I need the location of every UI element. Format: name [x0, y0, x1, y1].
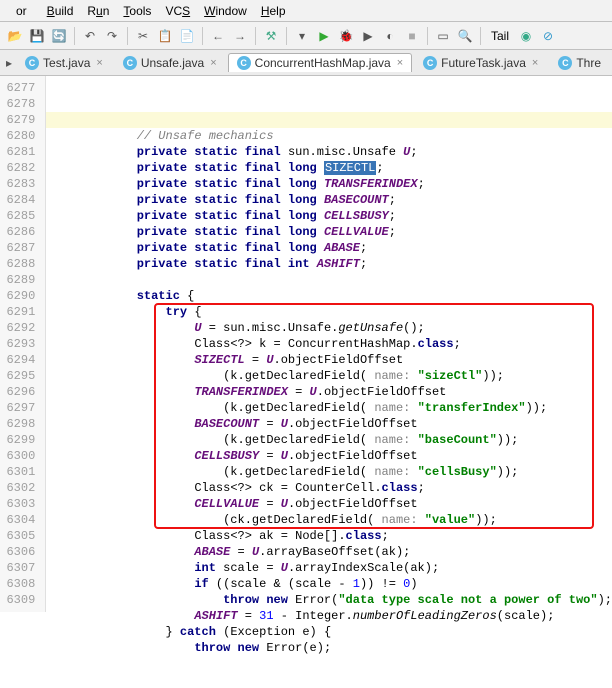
build-icon[interactable]: ⚒	[262, 27, 280, 45]
coverage-icon[interactable]: ▶	[359, 27, 377, 45]
tab-unsafe[interactable]: CUnsafe.java×	[114, 53, 226, 72]
tab-test[interactable]: CTest.java×	[16, 53, 112, 72]
debug-icon[interactable]: 🐞	[337, 27, 355, 45]
tab-futuretask[interactable]: CFutureTask.java×	[414, 53, 547, 72]
run-icon[interactable]: ▶	[315, 27, 333, 45]
menu-item[interactable]: or	[4, 4, 39, 18]
undo-icon[interactable]: ↶	[81, 27, 99, 45]
search-icon[interactable]: 🔍	[456, 27, 474, 45]
class-icon: C	[558, 56, 572, 70]
class-icon: C	[423, 56, 437, 70]
tail-icon[interactable]: ◉	[517, 27, 535, 45]
toolbar: 📂 💾 🔄 ↶ ↷ ✂ 📋 📄 ← → ⚒ ▾ ▶ 🐞 ▶ ◐ ■ ▭ 🔍 Ta…	[0, 22, 612, 50]
structure-icon[interactable]: ▭	[434, 27, 452, 45]
line-gutter: 6277627862796280628162826283628462856286…	[0, 76, 46, 612]
copy-icon[interactable]: 📋	[156, 27, 174, 45]
paste-icon[interactable]: 📄	[178, 27, 196, 45]
tab-scroll-icon[interactable]: ▸	[2, 54, 16, 72]
menu-item[interactable]: Run	[81, 4, 115, 18]
tail-label[interactable]: Tail	[487, 29, 513, 43]
menu-item[interactable]: Tools	[117, 4, 157, 18]
cut-icon[interactable]: ✂	[134, 27, 152, 45]
profile-icon[interactable]: ◐	[381, 27, 399, 45]
back-icon[interactable]: ←	[209, 27, 227, 45]
menu-item[interactable]: Window	[198, 4, 253, 18]
editor-tabs: ▸ CTest.java× CUnsafe.java× CConcurrentH…	[0, 50, 612, 76]
run-config-icon[interactable]: ▾	[293, 27, 311, 45]
menu-bar: or Build Run Tools VCS Window Help	[0, 0, 612, 22]
open-icon[interactable]: 📂	[6, 27, 24, 45]
close-icon[interactable]: ×	[210, 57, 216, 69]
close-icon[interactable]: ×	[96, 57, 102, 69]
class-icon: C	[123, 56, 137, 70]
disable-icon[interactable]: ⊘	[539, 27, 557, 45]
tab-thread[interactable]: CThre	[549, 53, 610, 72]
menu-item[interactable]: Build	[41, 4, 80, 18]
forward-icon[interactable]: →	[231, 27, 249, 45]
close-icon[interactable]: ×	[397, 57, 403, 69]
code-view[interactable]: // Unsafe mechanics private static final…	[46, 76, 612, 612]
editor-area: 6277627862796280628162826283628462856286…	[0, 76, 612, 612]
stop-icon[interactable]: ■	[403, 27, 421, 45]
class-icon: C	[25, 56, 39, 70]
save-icon[interactable]: 💾	[28, 27, 46, 45]
close-icon[interactable]: ×	[532, 57, 538, 69]
tab-concurrenthashmap[interactable]: CConcurrentHashMap.java×	[228, 53, 413, 72]
menu-item[interactable]: VCS	[159, 4, 196, 18]
refresh-icon[interactable]: 🔄	[50, 27, 68, 45]
redo-icon[interactable]: ↷	[103, 27, 121, 45]
class-icon: C	[237, 56, 251, 70]
menu-item[interactable]: Help	[255, 4, 292, 18]
